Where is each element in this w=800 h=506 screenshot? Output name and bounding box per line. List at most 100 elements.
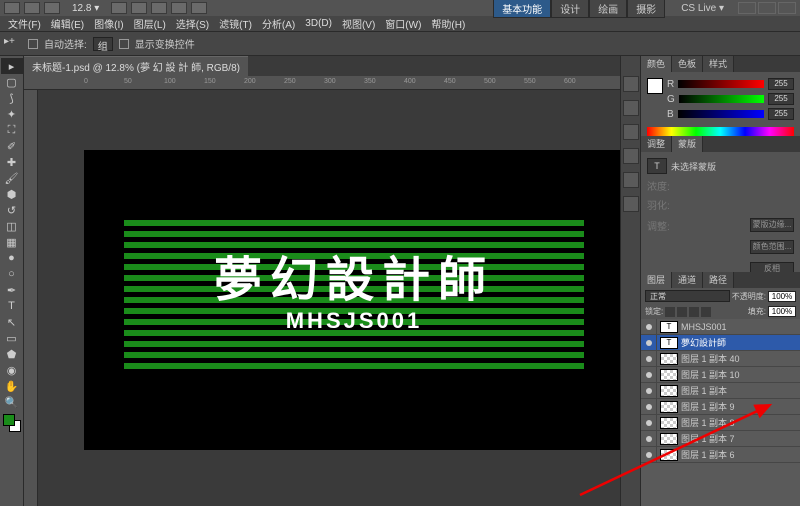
screenmode-icon[interactable] — [191, 2, 207, 14]
hand-tool[interactable]: ✋ — [1, 378, 23, 394]
cslive-menu[interactable]: CS Live ▾ — [675, 2, 730, 15]
3dcam-tool[interactable]: ◉ — [1, 362, 23, 378]
brushes-panel-icon[interactable] — [623, 124, 639, 140]
bridge-icon[interactable] — [24, 2, 40, 14]
masks-tab[interactable]: 蒙版 — [672, 136, 703, 152]
menu-3d[interactable]: 3D(D) — [301, 18, 336, 29]
visibility-toggle[interactable] — [641, 399, 657, 415]
move-tool[interactable]: ▸ — [1, 58, 23, 74]
menu-filter[interactable]: 滤镜(T) — [215, 16, 256, 31]
color-panel-swatch[interactable] — [647, 78, 663, 94]
layer-row[interactable]: 图层 1 副本 7 — [641, 431, 800, 447]
workspace-tab-essentials[interactable]: 基本功能 — [493, 0, 551, 18]
canvas-workspace[interactable]: 夢幻設計師 MHSJS001 — [24, 90, 620, 506]
b-value[interactable]: 255 — [768, 108, 794, 120]
workspace-tab-photography[interactable]: 摄影 — [627, 0, 665, 18]
opacity-input[interactable]: 100% — [768, 291, 796, 302]
crop-tool[interactable]: ⛶ — [1, 122, 23, 138]
paths-tab[interactable]: 路径 — [703, 272, 734, 288]
styles-tab[interactable]: 样式 — [703, 56, 734, 72]
wand-tool[interactable]: ✦ — [1, 106, 23, 122]
ps-logo-icon[interactable] — [4, 2, 20, 14]
visibility-toggle[interactable] — [641, 351, 657, 367]
fill-input[interactable]: 100% — [768, 306, 796, 317]
lock-all-icon[interactable] — [701, 307, 711, 317]
visibility-toggle[interactable] — [641, 447, 657, 463]
color-range-button[interactable]: 颜色范围... — [750, 240, 794, 254]
char-panel-icon[interactable] — [623, 172, 639, 188]
menu-image[interactable]: 图像(I) — [90, 16, 127, 31]
visibility-toggle[interactable] — [641, 415, 657, 431]
lock-transparent-icon[interactable] — [665, 307, 675, 317]
layer-row[interactable]: 图层 1 副本 6 — [641, 447, 800, 463]
minimize-button[interactable] — [738, 2, 756, 14]
menu-layer[interactable]: 图层(L) — [130, 16, 170, 31]
showcontrols-checkbox[interactable] — [119, 39, 129, 49]
history-brush-tool[interactable]: ↺ — [1, 202, 23, 218]
gradient-tool[interactable]: ▦ — [1, 234, 23, 250]
layer-row[interactable]: 图层 1 副本 — [641, 383, 800, 399]
menu-file[interactable]: 文件(F) — [4, 16, 45, 31]
visibility-toggle[interactable] — [641, 335, 657, 351]
r-value[interactable]: 255 — [768, 78, 794, 90]
menu-help[interactable]: 帮助(H) — [427, 16, 469, 31]
g-value[interactable]: 255 — [768, 93, 794, 105]
layers-tab[interactable]: 图层 — [641, 272, 672, 288]
lock-position-icon[interactable] — [689, 307, 699, 317]
visibility-toggle[interactable] — [641, 367, 657, 383]
3d-tool[interactable]: ⬟ — [1, 346, 23, 362]
eraser-tool[interactable]: ◫ — [1, 218, 23, 234]
minibrowse-icon[interactable] — [44, 2, 60, 14]
lock-pixels-icon[interactable] — [677, 307, 687, 317]
stamp-tool[interactable]: ⬢ — [1, 186, 23, 202]
foreground-color[interactable] — [3, 414, 15, 426]
swatches-tab[interactable]: 色板 — [672, 56, 703, 72]
menu-view[interactable]: 视图(V) — [338, 16, 379, 31]
zoom-icon[interactable] — [131, 2, 147, 14]
g-slider[interactable] — [679, 95, 764, 103]
autoselect-checkbox[interactable] — [28, 39, 38, 49]
layer-row[interactable]: 图层 1 副本 10 — [641, 367, 800, 383]
menu-analysis[interactable]: 分析(A) — [258, 16, 299, 31]
layer-row[interactable]: T 夢幻設計師 — [641, 335, 800, 351]
autoselect-dropdown[interactable]: 组 — [93, 37, 113, 51]
close-button[interactable] — [778, 2, 796, 14]
layer-row[interactable]: T MHSJS001 — [641, 319, 800, 335]
channels-tab[interactable]: 通道 — [672, 272, 703, 288]
layer-row[interactable]: 图层 1 副本 40 — [641, 351, 800, 367]
workspace-tab-painting[interactable]: 绘画 — [589, 0, 627, 18]
history-panel-icon[interactable] — [623, 76, 639, 92]
color-tab[interactable]: 颜色 — [641, 56, 672, 72]
arrange-icon[interactable] — [171, 2, 187, 14]
color-swatches[interactable] — [3, 414, 21, 432]
lasso-tool[interactable]: ⟆ — [1, 90, 23, 106]
zoom-display[interactable]: 12.8 ▾ — [72, 3, 99, 14]
workspace-tab-design[interactable]: 设计 — [551, 0, 589, 18]
clone-panel-icon[interactable] — [623, 148, 639, 164]
heal-tool[interactable]: ✚ — [1, 154, 23, 170]
maximize-button[interactable] — [758, 2, 776, 14]
pen-tool[interactable]: ✒ — [1, 282, 23, 298]
dodge-tool[interactable]: ○ — [1, 266, 23, 282]
shape-tool[interactable]: ▭ — [1, 330, 23, 346]
blur-tool[interactable]: ● — [1, 250, 23, 266]
b-slider[interactable] — [678, 110, 764, 118]
r-slider[interactable] — [678, 80, 764, 88]
visibility-toggle[interactable] — [641, 431, 657, 447]
visibility-toggle[interactable] — [641, 383, 657, 399]
document-tab[interactable]: 未标题-1.psd @ 12.8% (夢 幻 設 計 師, RGB/8) — [24, 56, 248, 76]
mask-edge-button[interactable]: 蒙版边缘... — [750, 218, 794, 232]
menu-window[interactable]: 窗口(W) — [381, 16, 425, 31]
type-tool[interactable]: T — [1, 298, 23, 314]
blend-mode-select[interactable]: 正常 — [645, 290, 730, 302]
adjustments-tab[interactable]: 调整 — [641, 136, 672, 152]
rotate-icon[interactable] — [151, 2, 167, 14]
marquee-tool[interactable]: ▢ — [1, 74, 23, 90]
layer-row[interactable]: 图层 1 副本 9 — [641, 399, 800, 415]
layer-row[interactable]: 图层 1 副本 8 — [641, 415, 800, 431]
canvas[interactable]: 夢幻設計師 MHSJS001 — [84, 150, 620, 450]
actions-panel-icon[interactable] — [623, 100, 639, 116]
path-tool[interactable]: ↖ — [1, 314, 23, 330]
zoom-tool[interactable]: 🔍 — [1, 394, 23, 410]
eyedropper-tool[interactable]: ✐ — [1, 138, 23, 154]
